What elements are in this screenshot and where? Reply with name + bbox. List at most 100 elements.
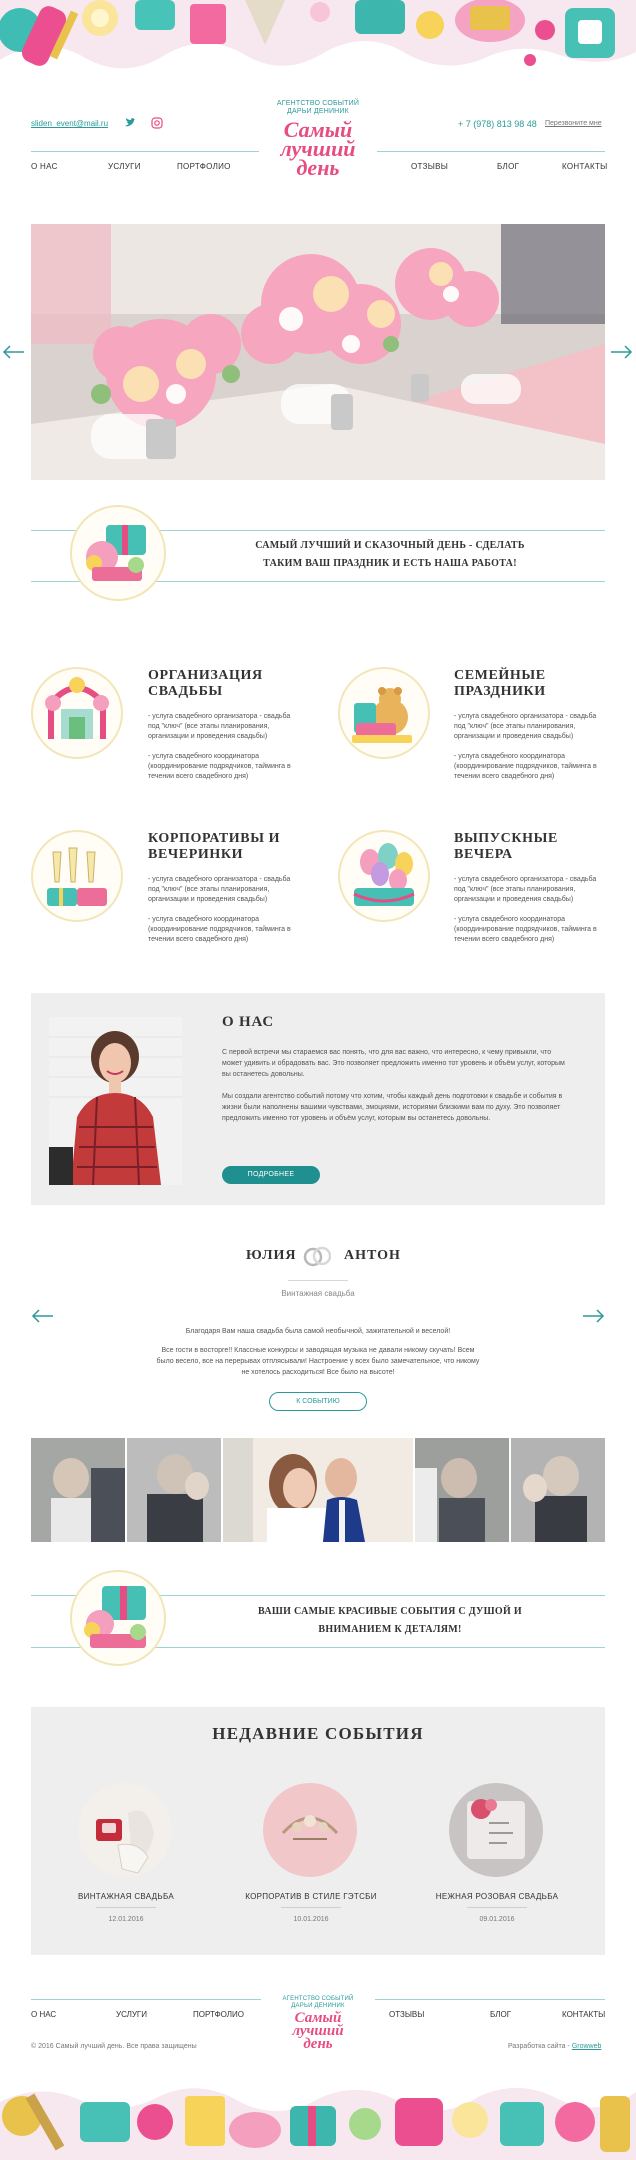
banner2-text: ВАШИ САМЫЕ КРАСИВЫЕ СОБЫТИЯ С ДУШОЙ И ВН… — [180, 1603, 600, 1639]
nav-about[interactable]: О НАС — [31, 162, 58, 171]
footer-nav-blog[interactable]: БЛОГ — [490, 2010, 511, 2019]
footer-logo-wordmark: Самый лучший день — [272, 2011, 364, 2052]
event-gatsby-corporate-image[interactable] — [263, 1783, 357, 1877]
gallery-photo-featured[interactable] — [223, 1438, 413, 1542]
service-corporate-desc-2: - услуга свадебного координатора (коорди… — [148, 916, 291, 943]
hero-next-arrow-icon[interactable] — [609, 344, 633, 360]
nav-portfolio[interactable]: ПОРТФОЛИО — [177, 162, 231, 171]
service-corporate-title[interactable]: КОРПОРАТИВЫ И ВЕЧЕРИНКИ — [148, 831, 318, 863]
footer-nav-about[interactable]: О НАС — [31, 2010, 56, 2019]
service-family-title-1: СЕМЕЙНЫЕ — [454, 668, 546, 683]
service-graduation-title-2: ВЕЧЕРА — [454, 847, 513, 862]
event-divider — [467, 1907, 527, 1908]
nav-reviews[interactable]: ОТЗЫВЫ — [411, 162, 448, 171]
logo-wordmark: Самый лучший день — [262, 119, 374, 180]
event-name[interactable]: НЕЖНАЯ РОЗОВАЯ СВАДЬБА — [402, 1892, 592, 1901]
gallery-photo[interactable] — [415, 1438, 509, 1542]
service-family-title[interactable]: СЕМЕЙНЫЕ ПРАЗДНИКИ — [454, 668, 624, 700]
service-wedding-desc-1: - услуга свадебного организатора - свадь… — [148, 713, 291, 740]
footer-copyright: © 2016 Самый лучший день. Все права защи… — [31, 2043, 197, 2050]
hero-prev-arrow-icon[interactable] — [2, 344, 26, 360]
testimonial-name-2: АНТОН — [344, 1248, 401, 1263]
event-date: 12.01.2016 — [108, 1916, 144, 1923]
wedding-rings-icon — [299, 1245, 335, 1267]
header-email-link[interactable]: sliden_event@mail.ru — [31, 119, 108, 128]
footer-nav-contacts[interactable]: КОНТАКТЫ — [562, 2010, 605, 2019]
footer-logo[interactable]: АГЕНТСТВО СОБЫТИЙ ДАРЬИ ДЕНИНИК Самый лу… — [272, 1996, 364, 2054]
service-corporate-title-2: ВЕЧЕРИНКИ — [148, 847, 244, 862]
testimonial-name-1: ЮЛИЯ — [246, 1248, 297, 1263]
nav-services[interactable]: УСЛУГИ — [108, 162, 141, 171]
about-paragraph-2: Мы создали агентство событий потому что … — [222, 1093, 563, 1122]
footer-developer-credit: Разработка сайта - Growweb — [508, 2043, 601, 2050]
logo-word-3: день — [296, 155, 340, 180]
event-vintage-wedding-image[interactable] — [78, 1783, 172, 1877]
footer-logo-word-3: день — [303, 2036, 333, 2052]
service-corporate-title-1: КОРПОРАТИВЫ И — [148, 831, 281, 846]
testimonial-divider — [288, 1280, 348, 1281]
to-event-button[interactable]: К СОБЫТИЮ — [269, 1392, 367, 1411]
service-graduation-desc-1: - услуга свадебного организатора - свадь… — [454, 876, 597, 903]
banner1-line1: САМЫЙ ЛУЧШИЙ И СКАЗОЧНЫЙ ДЕНЬ - СДЕЛАТЬ — [255, 540, 525, 551]
callback-link[interactable]: Перезвоните мне — [545, 120, 602, 127]
header-divider-right — [377, 151, 605, 152]
logo-owner-label: ДАРЬИ ДЕНИНИК — [287, 108, 349, 115]
event-divider — [96, 1907, 156, 1908]
footer-developer-label: Разработка сайта - — [508, 2043, 570, 2050]
about-title: О НАС — [222, 1014, 275, 1030]
testimonial-photo-gallery — [31, 1438, 605, 1542]
footer-nav-reviews[interactable]: ОТЗЫВЫ — [389, 2010, 424, 2019]
about-more-button[interactable]: ПОДРОБНЕЕ — [222, 1166, 320, 1184]
decorative-header-illustration — [0, 0, 636, 95]
hero-slider-image — [31, 224, 605, 480]
service-graduation-image[interactable] — [338, 830, 430, 922]
gallery-photo[interactable] — [511, 1438, 605, 1542]
event-date: 10.01.2016 — [293, 1916, 329, 1923]
service-family-image[interactable] — [338, 667, 430, 759]
event-name[interactable]: КОРПОРАТИВ В СТИЛЕ ГЭТСБИ — [216, 1892, 406, 1901]
service-family-title-2: ПРАЗДНИКИ — [454, 684, 546, 699]
about-photo — [49, 1017, 182, 1185]
event-pink-wedding-image[interactable] — [449, 1783, 543, 1877]
service-wedding-image[interactable] — [31, 667, 123, 759]
testimonial-text-1: Благодаря Вам наша свадьба была самой не… — [185, 1328, 451, 1335]
nav-blog[interactable]: БЛОГ — [497, 162, 519, 171]
service-graduation-title-1: ВЫПУСКНЫЕ — [454, 831, 558, 846]
service-family-desc-1: - услуга свадебного организатора - свадь… — [454, 713, 597, 740]
twitter-icon[interactable] — [124, 117, 136, 129]
about-paragraph-1: С первой встречи мы стараемся вас понять… — [222, 1049, 565, 1078]
testimonial-prev-arrow-icon[interactable] — [31, 1308, 55, 1324]
footer-nav-portfolio[interactable]: ПОРТФОЛИО — [193, 2010, 244, 2019]
banner1-gift-illustration — [70, 505, 166, 601]
banner1-line2: ТАКИМ ВАШ ПРАЗДНИК И ЕСТЬ НАША РАБОТА! — [263, 558, 517, 569]
event-date: 09.01.2016 — [479, 1916, 515, 1923]
service-wedding-title-2: СВАДЬБЫ — [148, 684, 223, 699]
instagram-icon[interactable] — [151, 117, 163, 129]
testimonial-text-2: Все гости в восторге!! Классные конкурсы… — [156, 1347, 480, 1376]
gallery-photo[interactable] — [127, 1438, 221, 1542]
logo-agency-label: АГЕНТСТВО СОБЫТИЙ — [276, 100, 360, 107]
footer-developer-link[interactable]: Growweb — [572, 2043, 602, 2050]
site-logo[interactable]: АГЕНТСТВО СОБЫТИЙ ДАРЬИ ДЕНИНИК Самый лу… — [262, 100, 374, 185]
banner2-line1: ВАШИ САМЫЕ КРАСИВЫЕ СОБЫТИЯ С ДУШОЙ И — [258, 1606, 522, 1617]
service-wedding-title-1: ОРГАНИЗАЦИЯ — [148, 668, 263, 683]
recent-events-title: НЕДАВНИЕ СОБЫТИЯ — [212, 1724, 424, 1743]
nav-contacts[interactable]: КОНТАКТЫ — [562, 162, 608, 171]
footer-logo-owner-label: ДАРЬИ ДЕНИНИК — [291, 2003, 345, 2009]
footer-nav-services[interactable]: УСЛУГИ — [116, 2010, 147, 2019]
service-wedding-title[interactable]: ОРГАНИЗАЦИЯ СВАДЬБЫ — [148, 668, 318, 700]
banner2-gift-illustration — [70, 1570, 166, 1666]
footer-logo-agency-label: АГЕНТСТВО СОБЫТИЙ — [282, 1996, 354, 2002]
gallery-photo[interactable] — [31, 1438, 125, 1542]
service-corporate-desc-1: - услуга свадебного организатора - свадь… — [148, 876, 291, 903]
banner1-text: САМЫЙ ЛУЧШИЙ И СКАЗОЧНЫЙ ДЕНЬ - СДЕЛАТЬ … — [180, 537, 600, 573]
service-graduation-desc-2: - услуга свадебного координатора (коорди… — [454, 916, 597, 943]
service-wedding-desc-2: - услуга свадебного координатора (коорди… — [148, 753, 291, 780]
testimonial-next-arrow-icon[interactable] — [581, 1308, 605, 1324]
service-family-desc-2: - услуга свадебного координатора (коорди… — [454, 753, 597, 780]
service-corporate-image[interactable] — [31, 830, 123, 922]
service-graduation-title[interactable]: ВЫПУСКНЫЕ ВЕЧЕРА — [454, 831, 624, 863]
event-name[interactable]: ВИНТАЖНАЯ СВАДЬБА — [31, 1892, 221, 1901]
header-divider-left — [31, 151, 259, 152]
header-phone[interactable]: + 7 (978) 813 98 48 — [458, 119, 537, 129]
